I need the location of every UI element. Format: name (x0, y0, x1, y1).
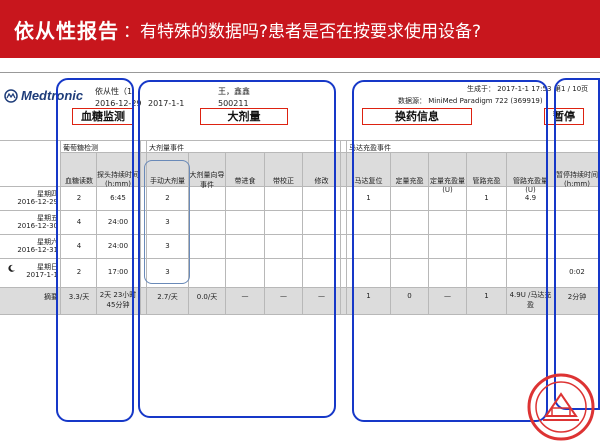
annotation-bg-box (56, 78, 134, 422)
annotation-manual-bolus-box (144, 160, 190, 284)
banner-title: 依从性报告 (14, 18, 119, 43)
medtronic-logo-icon (4, 88, 18, 103)
row-date: 2016-12-30 (17, 222, 58, 230)
row-date: 2016-12-29 (17, 198, 58, 206)
summary-label: 摘要 (44, 293, 58, 301)
title-banner: 依从性报告 ：有特殊的数据吗?患者是否在按要求使用设备? (0, 0, 600, 58)
banner-subtitle: ：有特殊的数据吗?患者是否在按要求使用设备? (123, 21, 482, 42)
row-date: 2016-12-31 (17, 246, 58, 254)
annotation-refill-box (352, 80, 548, 422)
seal-icon (527, 373, 595, 441)
row-date: 2017-1-1 (26, 271, 58, 279)
annotation-suspend-box (554, 78, 600, 410)
